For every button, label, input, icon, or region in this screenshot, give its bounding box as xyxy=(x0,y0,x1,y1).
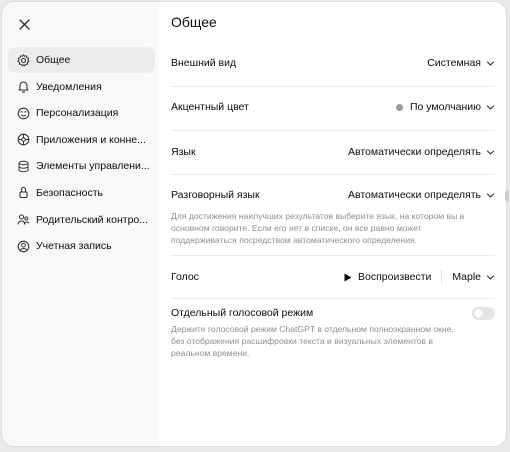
apps-icon xyxy=(17,133,30,146)
chevron-down-icon xyxy=(486,103,495,112)
close-button[interactable] xyxy=(16,16,32,32)
accent-color-dot xyxy=(395,103,403,111)
spoken-language-row: Разговорный язык Автоматически определят… xyxy=(171,187,495,203)
chevron-down-icon xyxy=(486,191,495,200)
settings-sidebar: Общее Уведомления Персонализация Приложе… xyxy=(2,2,159,446)
sidebar-item-label: Учетная запись xyxy=(36,240,112,253)
sidebar-item-parental[interactable]: Родительский контро... xyxy=(8,207,155,233)
separate-voice-toggle[interactable] xyxy=(472,306,495,320)
toggle-knob xyxy=(474,308,483,318)
settings-nav: Общее Уведомления Персонализация Приложе… xyxy=(8,47,155,260)
sidebar-item-data-controls[interactable]: Элементы управлени... xyxy=(8,153,155,179)
scrollbar-thumb[interactable] xyxy=(505,190,509,202)
voice-dropdown[interactable]: Maple xyxy=(452,271,495,283)
sidebar-item-account[interactable]: Учетная запись xyxy=(8,233,155,259)
sidebar-item-label: Безопасность xyxy=(36,186,103,199)
shield-icon xyxy=(17,186,30,199)
language-dropdown[interactable]: Автоматически определять xyxy=(348,146,495,158)
play-voice-button[interactable]: Воспроизвести xyxy=(344,271,431,283)
personalization-icon xyxy=(17,107,30,120)
gear-icon xyxy=(17,53,30,67)
chevron-down-icon xyxy=(486,148,495,157)
accent-dropdown[interactable]: По умолчанию xyxy=(395,101,495,113)
page-title: Общее xyxy=(171,14,217,30)
spoken-language-label: Разговорный язык xyxy=(171,189,260,201)
chevron-down-icon xyxy=(486,59,495,68)
divider xyxy=(171,174,495,175)
accent-value: По умолчанию xyxy=(409,101,481,113)
divider xyxy=(171,298,495,299)
sidebar-item-label: Уведомления xyxy=(36,80,102,93)
sidebar-item-notifications[interactable]: Уведомления xyxy=(8,74,155,100)
appearance-value: Системная xyxy=(427,57,481,69)
data-controls-icon xyxy=(17,160,30,173)
voice-label: Голос xyxy=(171,271,199,283)
settings-dialog: Общее Уведомления Персонализация Приложе… xyxy=(2,2,506,446)
sidebar-item-label: Приложения и конне... xyxy=(36,133,146,146)
language-label: Язык xyxy=(171,146,196,158)
separator xyxy=(441,270,443,284)
account-icon xyxy=(17,240,30,253)
sidebar-item-general[interactable]: Общее xyxy=(8,47,155,73)
spoken-language-value: Автоматически определять xyxy=(347,189,481,201)
separate-voice-row: Отдельный голосовой режим xyxy=(171,305,495,321)
sidebar-item-label: Персонализация xyxy=(36,107,119,120)
play-icon xyxy=(344,273,352,282)
sidebar-item-label: Общее xyxy=(36,54,71,66)
sidebar-item-security[interactable]: Безопасность xyxy=(8,180,155,206)
voice-row: Голос Воспроизвести Maple xyxy=(171,268,495,286)
divider xyxy=(171,130,495,131)
voice-value: Maple xyxy=(452,271,481,283)
accent-label: Акцентный цвет xyxy=(171,101,249,113)
language-row: Язык Автоматически определять xyxy=(171,144,495,160)
sidebar-item-label: Элементы управлени... xyxy=(36,160,150,173)
close-icon xyxy=(18,18,30,30)
spoken-language-help: Для достижения наилучших результатов выб… xyxy=(171,211,465,245)
bell-icon xyxy=(17,80,30,93)
spoken-language-dropdown[interactable]: Автоматически определять xyxy=(348,189,495,201)
separate-voice-label: Отдельный голосовой режим xyxy=(171,307,314,319)
appearance-label: Внешний вид xyxy=(171,57,237,69)
sidebar-item-personalization[interactable]: Персонализация xyxy=(8,100,155,126)
sidebar-item-label: Родительский контро... xyxy=(36,213,149,226)
divider xyxy=(171,86,495,87)
settings-content: Общее Внешний вид Системная Акцентный цв… xyxy=(159,2,506,446)
language-value: Автоматически определять xyxy=(347,146,481,158)
parental-icon xyxy=(17,213,30,226)
voice-controls: Воспроизвести Maple xyxy=(344,270,495,284)
sidebar-item-apps[interactable]: Приложения и конне... xyxy=(8,127,155,153)
separate-voice-help: Держите голосовой режим ChatGPT в отдель… xyxy=(171,324,454,358)
appearance-row: Внешний вид Системная xyxy=(171,55,495,71)
chevron-down-icon xyxy=(486,273,495,282)
divider xyxy=(171,255,495,256)
appearance-dropdown[interactable]: Системная xyxy=(427,57,495,69)
play-voice-label: Воспроизвести xyxy=(358,271,432,283)
accent-row: Акцентный цвет По умолчанию xyxy=(171,99,495,115)
